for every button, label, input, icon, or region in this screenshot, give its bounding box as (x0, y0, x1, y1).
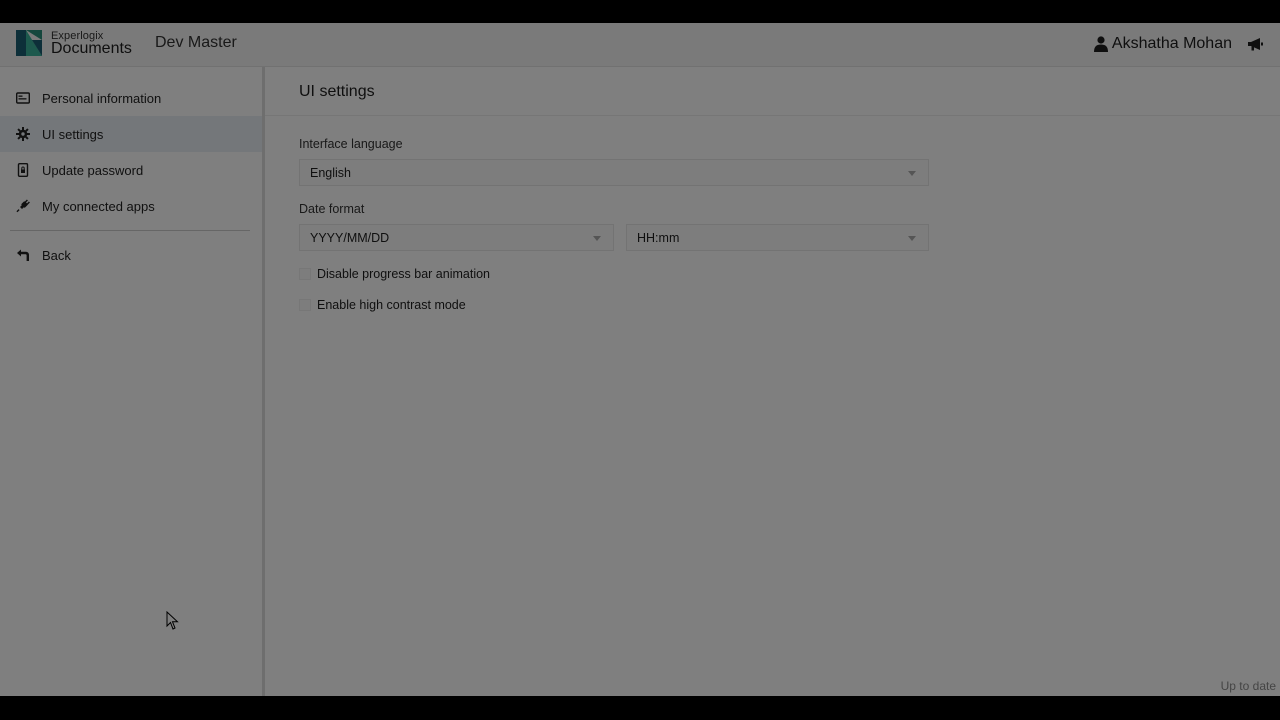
interface-language-select[interactable]: English (299, 159, 929, 186)
date-format-select[interactable]: YYYY/MM/DD (299, 224, 614, 251)
user-name: Akshatha Mohan (1111, 35, 1232, 52)
high-contrast-checkbox[interactable] (299, 299, 311, 311)
chevron-down-icon (593, 236, 601, 241)
disable-progress-animation-checkbox[interactable] (299, 268, 311, 280)
back-label: Back (42, 247, 71, 263)
disable-progress-animation-option[interactable]: Disable progress bar animation (299, 267, 490, 281)
checkbox-label: Enable high contrast mode (317, 298, 466, 312)
settings-sidebar: Personal information UI settings Update … (0, 67, 265, 696)
date-format-value: YYYY/MM/DD (310, 231, 390, 245)
sync-status: Up to date (1220, 679, 1276, 693)
sidebar-item-label: Personal information (42, 90, 162, 106)
app-window: Experlogix Documents Dev Master Akshatha… (0, 23, 1280, 696)
chevron-down-icon (908, 236, 916, 241)
page-title: UI settings (299, 83, 375, 100)
mouse-cursor-icon (166, 611, 179, 630)
settings-content: UI settings Interface language English D… (265, 67, 1280, 696)
back-button[interactable]: Back (0, 237, 262, 273)
checkbox-label: Disable progress bar animation (317, 267, 491, 281)
sidebar-item-ui-settings[interactable]: UI settings (0, 116, 262, 152)
sidebar-item-update-password[interactable]: Update password (0, 152, 262, 188)
workspace-name[interactable]: Dev Master (155, 34, 237, 52)
megaphone-icon[interactable] (1247, 36, 1263, 52)
back-arrow-icon (17, 249, 29, 261)
chevron-down-icon (908, 171, 916, 176)
id-card-icon (16, 92, 30, 104)
sidebar-item-personal-information[interactable]: Personal information (0, 80, 262, 116)
sidebar-item-label: UI settings (42, 126, 104, 142)
time-format-value: HH:mm (637, 231, 680, 245)
interface-language-value: English (310, 166, 351, 180)
gear-icon (16, 127, 30, 141)
sidebar-item-connected-apps[interactable]: My connected apps (0, 188, 262, 224)
sidebar-item-label: Update password (42, 162, 144, 178)
brand-name-product: Documents (51, 40, 132, 57)
top-bar: Experlogix Documents Dev Master Akshatha… (0, 23, 1280, 67)
plug-icon (16, 199, 30, 213)
user-icon (1093, 36, 1108, 52)
sidebar-divider (10, 230, 250, 231)
sidebar-item-label: My connected apps (42, 198, 155, 214)
lock-file-icon (17, 163, 29, 177)
experlogix-logo-icon (16, 30, 42, 56)
high-contrast-option[interactable]: Enable high contrast mode (299, 298, 466, 312)
interface-language-label: Interface language (299, 137, 403, 151)
date-format-label: Date format (299, 202, 365, 216)
time-format-select[interactable]: HH:mm (626, 224, 929, 251)
page-header: UI settings (265, 67, 1280, 116)
user-menu[interactable]: Akshatha Mohan (1093, 34, 1232, 54)
